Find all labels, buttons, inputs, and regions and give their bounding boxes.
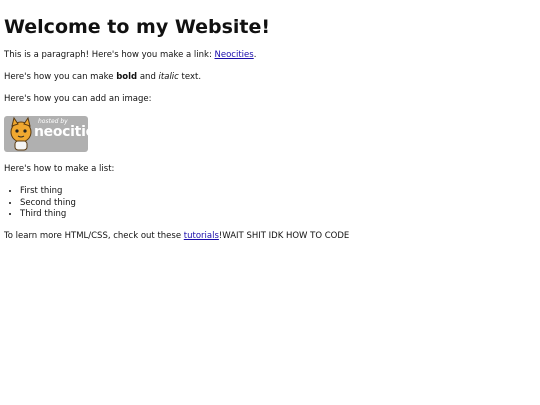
hosted-by-neocities-image: hosted by neocities — [4, 116, 103, 152]
image-paragraph: Here's how you can add an image: — [4, 94, 152, 104]
neocities-link[interactable]: Neocities — [215, 50, 254, 60]
list-item: First thing — [20, 186, 536, 198]
badge-neocities: neocities — [34, 124, 103, 140]
italic-text: italic — [158, 72, 179, 82]
intro-period: . — [253, 50, 257, 60]
list-intro-paragraph: Here's how to make a list: — [4, 164, 115, 174]
formatting-text-start: Here's how you can make — [4, 72, 117, 82]
page-title: Welcome to my Website! — [4, 16, 271, 38]
intro-text: This is a paragraph! Here's how you make… — [4, 50, 215, 60]
example-list: First thing Second thing Third thing — [4, 186, 536, 221]
tutorials-text-end: !WAIT SHIT IDK HOW TO CODE — [218, 230, 350, 241]
formatting-paragraph: Here's how you can make bold and italic … — [4, 72, 536, 83]
formatting-text-middle: and — [137, 72, 159, 82]
formatting-text-end: text. — [178, 72, 202, 82]
list-item: Third thing — [20, 209, 536, 221]
intro-paragraph: This is a paragraph! Here's how you make… — [4, 50, 536, 61]
badge-text: hosted by neocities — [34, 119, 103, 140]
list-item: Second thing — [20, 198, 536, 210]
tutorials-link[interactable]: tutorials — [184, 231, 219, 241]
neocities-cat-icon — [10, 117, 32, 151]
page-body: Welcome to my Website! This is a paragra… — [0, 0, 540, 259]
tutorials-text: To learn more HTML/CSS, check out these — [4, 230, 184, 241]
tutorials-paragraph: To learn more HTML/CSS, check out these … — [4, 231, 536, 242]
bold-text: bold — [116, 72, 138, 82]
